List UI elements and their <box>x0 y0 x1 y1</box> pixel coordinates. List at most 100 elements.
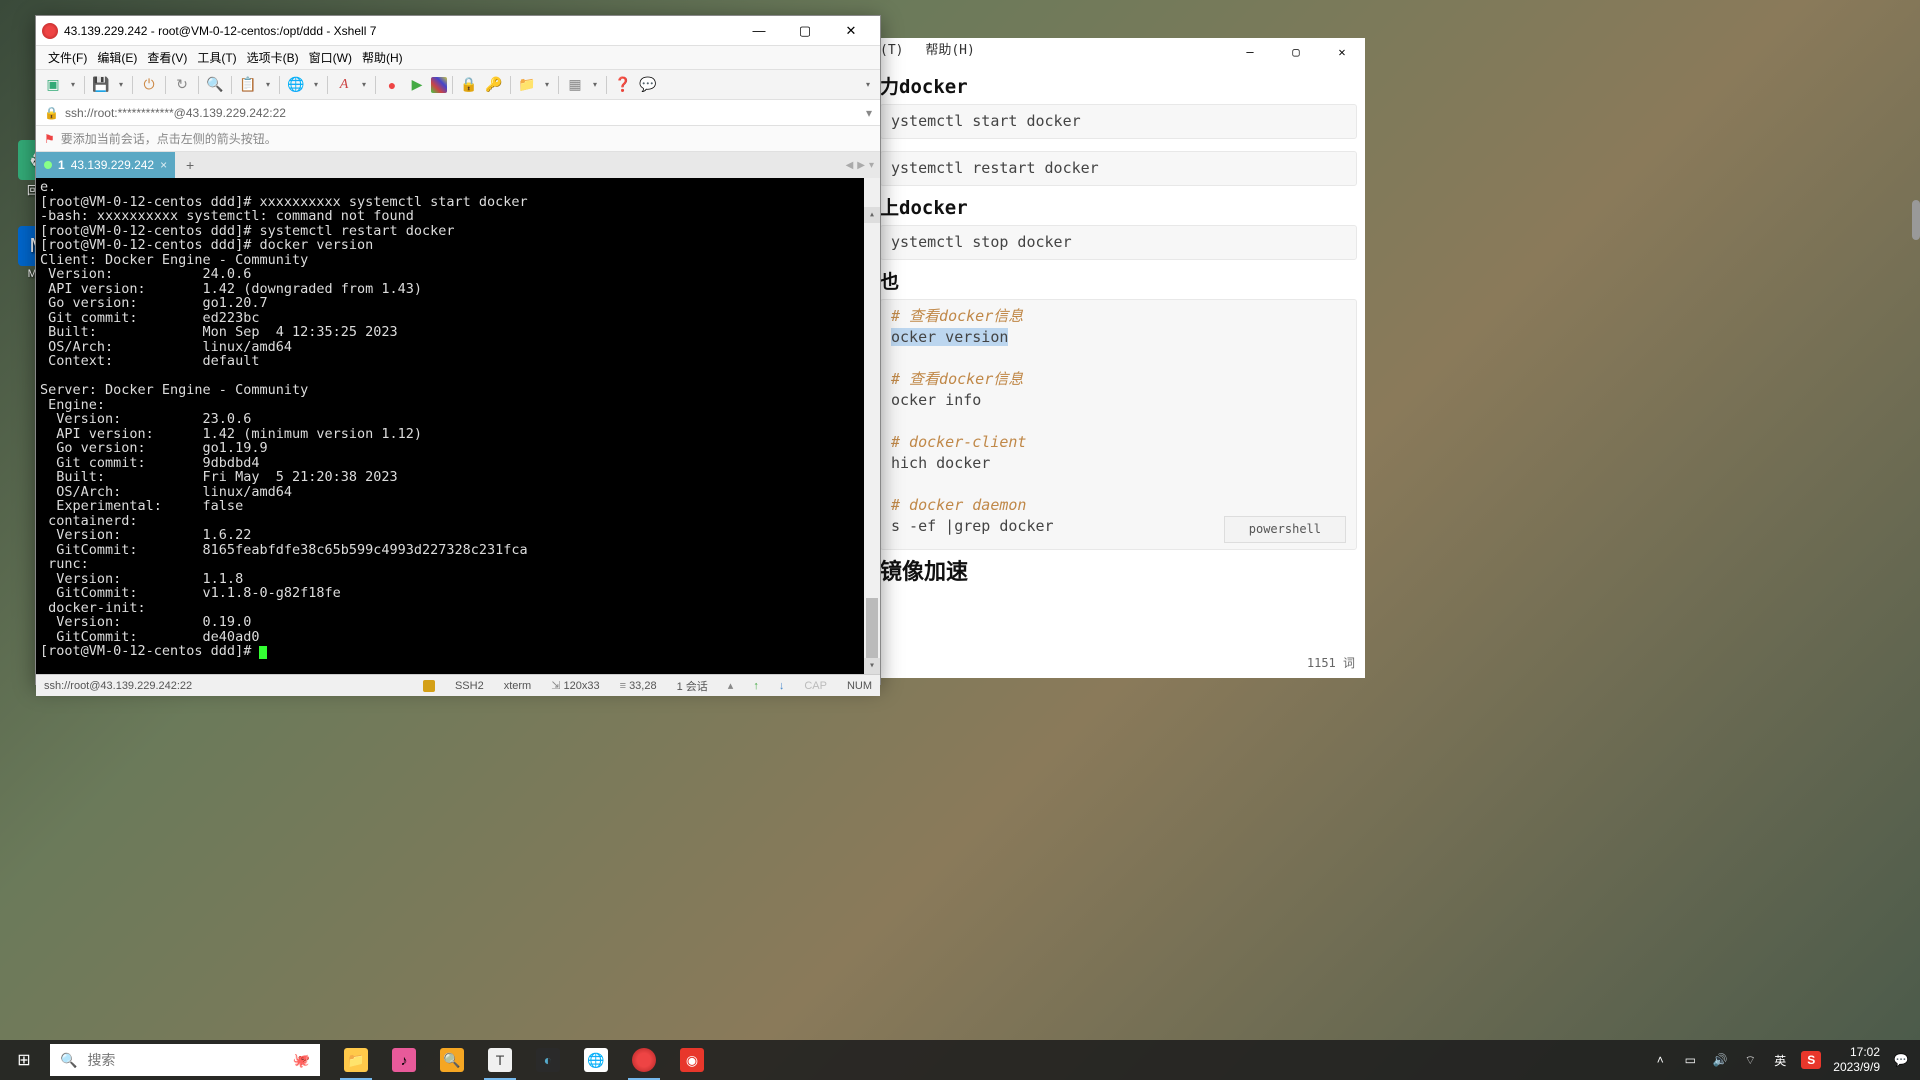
folder-icon[interactable]: 📁 <box>516 74 538 96</box>
menu-window[interactable]: 窗口(W) <box>305 47 356 68</box>
new-session-icon[interactable]: ▣ <box>42 74 64 96</box>
menu-tabs[interactable]: 选项卡(B) <box>243 47 303 68</box>
dropdown-icon[interactable]: ▾ <box>115 74 127 96</box>
menu-help[interactable]: 帮助(H) <box>358 47 407 68</box>
task-app-dev[interactable]: ◐ <box>524 1040 572 1080</box>
tab-add-button[interactable]: + <box>179 154 201 176</box>
dropdown-icon[interactable]: ▾ <box>866 106 872 120</box>
disconnect-icon[interactable]: ⏻ <box>138 74 160 96</box>
play-icon[interactable]: ▶ <box>406 74 428 96</box>
maximize-button[interactable]: ▢ <box>782 16 828 46</box>
task-app-chrome[interactable]: 🌐 <box>572 1040 620 1080</box>
code-line: s -ef |grep docker <box>891 517 1054 535</box>
scrollbar-thumb[interactable] <box>1912 200 1920 240</box>
powershell-badge[interactable]: powershell <box>1224 516 1346 543</box>
session-dropdown-icon[interactable]: ▴ <box>728 679 734 692</box>
bubble-icon[interactable]: 💬 <box>637 74 659 96</box>
toolbar-overflow-icon[interactable]: ▾ <box>862 74 874 96</box>
heading-start: 力docker <box>880 77 1357 98</box>
tab-nav: ◀ ▶ ▾ <box>846 160 880 171</box>
dropdown-icon[interactable]: ▾ <box>310 74 322 96</box>
task-app-pink[interactable]: ♪ <box>380 1040 428 1080</box>
search-icon[interactable]: 🔍 <box>204 74 226 96</box>
taskbar-apps: 📁 ♪ 🔍 T ◐ 🌐 ◉ <box>332 1040 716 1080</box>
start-button[interactable]: ⊞ <box>0 1040 48 1080</box>
terminal[interactable]: e. [root@VM-0-12-centos ddd]# xxxxxxxxxx… <box>36 178 880 674</box>
scrollbar-thumb[interactable] <box>866 598 878 658</box>
windows-icon[interactable]: ▦ <box>564 74 586 96</box>
notepad-menu: (T) 帮助(H) <box>880 38 1365 67</box>
tray-battery-icon[interactable]: ▭ <box>1681 1051 1699 1069</box>
tray-volume-icon[interactable]: 🔊 <box>1711 1051 1729 1069</box>
tab-list-icon[interactable]: ▾ <box>869 160 874 171</box>
tab-prev-icon[interactable]: ◀ <box>846 160 854 171</box>
task-app-text[interactable]: T <box>476 1040 524 1080</box>
tab-bar: 1 43.139.229.242 × + ◀ ▶ ▾ <box>36 152 880 178</box>
system-tray: ˄ ▭ 🔊 ⌔ 英 S 17:02 2023/9/9 💬 <box>1641 1045 1920 1075</box>
xshell-app-icon <box>42 23 58 39</box>
address-text: ssh://root:************@43.139.229.242:2… <box>65 106 286 120</box>
status-pos: ≡ 33,28 <box>620 680 657 692</box>
menu-view[interactable]: 查看(V) <box>143 47 191 68</box>
comment: # 查看docker信息 <box>891 370 1023 388</box>
comment: # docker-client <box>891 433 1026 451</box>
tab-next-icon[interactable]: ▶ <box>857 160 865 171</box>
tray-clock[interactable]: 17:02 2023/9/9 <box>1833 1045 1880 1075</box>
task-app-search[interactable]: 🔍 <box>428 1040 476 1080</box>
copy-icon[interactable]: 📋 <box>237 74 259 96</box>
dropdown-icon[interactable]: ▾ <box>67 74 79 96</box>
close-button[interactable]: ✕ <box>828 16 874 46</box>
heading-other: 也 <box>880 272 1357 293</box>
task-app-explorer[interactable]: 📁 <box>332 1040 380 1080</box>
address-bar[interactable]: 🔒 ssh://root:************@43.139.229.242… <box>36 100 880 126</box>
tray-wifi-icon[interactable]: ⌔ <box>1741 1051 1759 1069</box>
xshell-titlebar[interactable]: 43.139.229.242 - root@VM-0-12-centos:/op… <box>36 16 880 46</box>
help-icon[interactable]: ❓ <box>612 74 634 96</box>
menu-file[interactable]: 文件(F) <box>44 47 91 68</box>
menu-edit[interactable]: 编辑(E) <box>93 47 141 68</box>
dropdown-icon[interactable]: ▾ <box>589 74 601 96</box>
tray-chevron-icon[interactable]: ˄ <box>1651 1051 1669 1069</box>
notepad-status-wordcount: 1151 词 <box>1307 653 1355 674</box>
status-proto: SSH2 <box>455 680 484 692</box>
notepad-body[interactable]: 力docker ystemctl start docker ystemctl r… <box>880 67 1365 597</box>
task-app-xshell[interactable] <box>620 1040 668 1080</box>
dropdown-icon[interactable]: ▾ <box>541 74 553 96</box>
cursor <box>259 646 267 659</box>
dropdown-icon[interactable]: ▾ <box>358 74 370 96</box>
tray-ime[interactable]: 英 <box>1771 1051 1789 1069</box>
terminal-scrollbar[interactable]: ▴ ▾ <box>864 178 880 674</box>
taskbar-search[interactable]: 🔍 搜索 🐙 <box>50 1044 320 1076</box>
task-app-red[interactable]: ◉ <box>668 1040 716 1080</box>
lock-icon <box>423 680 435 692</box>
paste-icon[interactable]: 🌐 <box>285 74 307 96</box>
tab-close-icon[interactable]: × <box>160 158 167 172</box>
scroll-up-icon[interactable]: ▴ <box>864 207 880 223</box>
up-icon[interactable]: ↑ <box>753 680 759 692</box>
down-icon[interactable]: ↓ <box>779 680 785 692</box>
save-icon[interactable]: 💾 <box>90 74 112 96</box>
reconnect-icon[interactable]: ↻ <box>171 74 193 96</box>
search-decoration-icon: 🐙 <box>293 1052 310 1069</box>
highlighted-text: ocker version <box>891 328 1008 346</box>
key-icon[interactable]: 🔑 <box>483 74 505 96</box>
record-icon[interactable]: ● <box>381 74 403 96</box>
code-block: ystemctl restart docker <box>880 151 1357 186</box>
font-icon[interactable]: A <box>333 74 355 96</box>
minimize-button[interactable]: — <box>736 16 782 46</box>
code-block: # 查看docker信息 ocker version # 查看docker信息 … <box>880 299 1357 550</box>
tray-sogou-icon[interactable]: S <box>1801 1051 1821 1069</box>
session-tab[interactable]: 1 43.139.229.242 × <box>36 152 175 178</box>
menu-tools[interactable]: 工具(T) <box>193 47 240 68</box>
dropdown-icon[interactable]: ▾ <box>262 74 274 96</box>
comment: # docker daemon <box>891 496 1026 514</box>
tab-number: 1 <box>58 158 65 172</box>
code-line: ocker info <box>891 391 981 409</box>
lock-icon: 🔒 <box>44 106 59 120</box>
scroll-down-icon[interactable]: ▾ <box>864 658 880 674</box>
menu-tools[interactable]: (T) <box>880 43 903 58</box>
tray-notifications-icon[interactable]: 💬 <box>1892 1051 1910 1069</box>
lock-icon[interactable]: 🔒 <box>458 74 480 96</box>
menu-help[interactable]: 帮助(H) <box>925 43 974 58</box>
maximize-all-icon[interactable] <box>431 77 447 93</box>
